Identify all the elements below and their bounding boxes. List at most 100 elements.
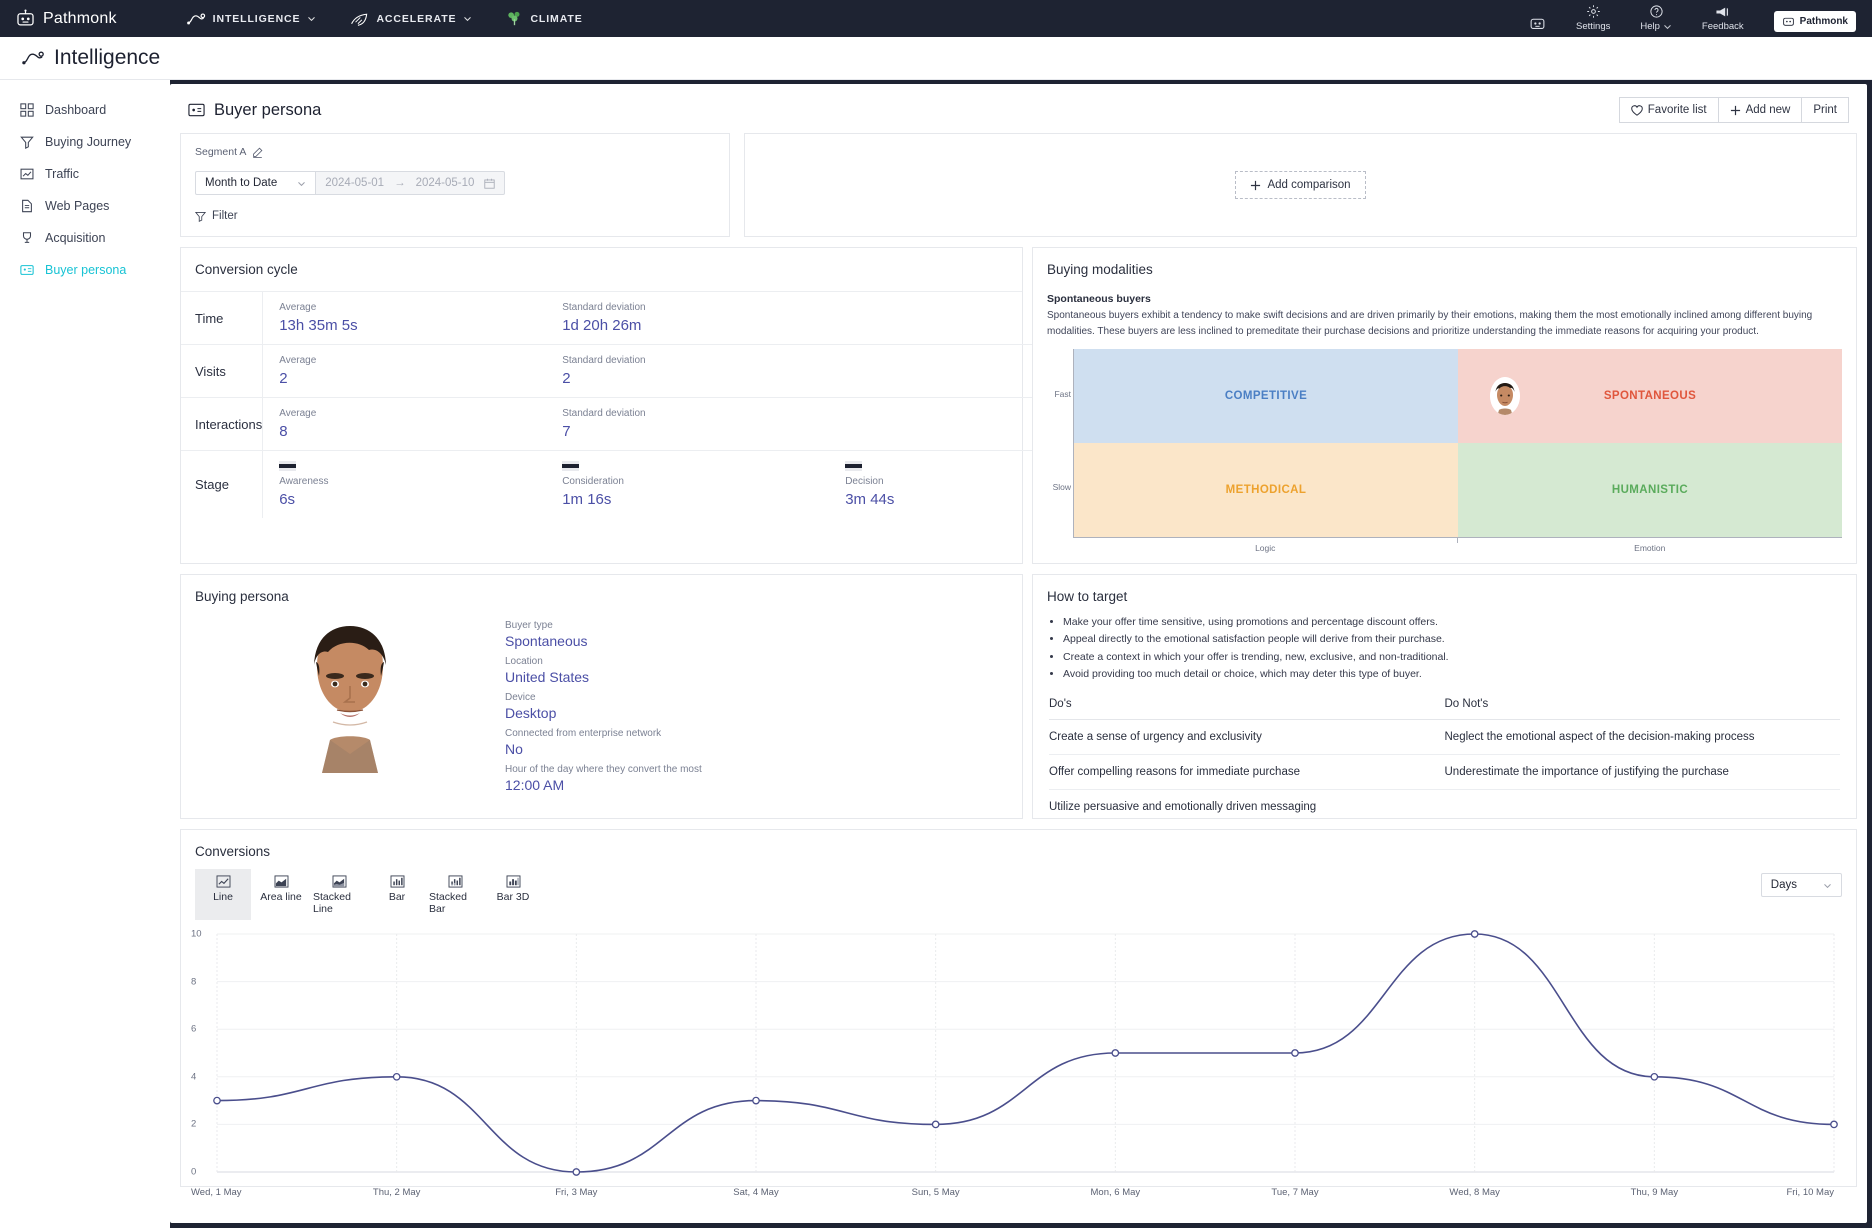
stat-cell: Awareness 6s <box>263 461 546 508</box>
panel-title-text: Buyer persona <box>214 101 321 120</box>
dos-donts-table: Do's Do Not's Create a sense of urgency … <box>1049 694 1840 824</box>
persona-portrait-icon <box>285 618 415 773</box>
stage-indicator-bar <box>562 461 579 471</box>
cell-do: Utilize persuasive and emotionally drive… <box>1049 790 1445 825</box>
y-axis-bottom-label: Slow <box>1053 482 1071 492</box>
sidebar-label: Buying Journey <box>45 135 131 149</box>
help-button[interactable]: Help <box>1640 4 1672 32</box>
field-value: United States <box>505 669 702 685</box>
x-axis-left-label: Logic <box>1073 538 1458 553</box>
chart-type-bar[interactable]: Bar <box>369 869 425 920</box>
topnav-item-climate[interactable]: CLIMATE <box>506 11 582 26</box>
conversions-line-chart[interactable]: 0246810Wed, 1 MayThu, 2 MayFri, 3 MaySat… <box>191 926 1838 1198</box>
x-axis-tick: Thu, 2 May <box>373 1187 421 1198</box>
field-value: Desktop <box>505 705 702 721</box>
buying-persona-body: Buyer type Spontaneous Location United S… <box>181 610 1022 800</box>
field-key: Connected from enterprise network <box>505 728 702 739</box>
persona-field: Buyer type Spontaneous <box>505 620 702 649</box>
sidebar-item-acquisition[interactable]: Acquisition <box>0 222 170 254</box>
conversion-cycle-table: Time Average 13h 35m 5s Standard deviati… <box>181 292 1112 518</box>
chart-svg <box>191 926 1838 1178</box>
date-range-input[interactable]: 2024-05-01 → 2024-05-10 <box>316 171 505 195</box>
stat-cell: Consideration 1m 16s <box>546 461 829 508</box>
robot-assistant-button[interactable] <box>1529 15 1546 32</box>
brand-logo[interactable]: Pathmonk <box>16 9 117 28</box>
sidebar-item-buying-journey[interactable]: Buying Journey <box>0 126 170 158</box>
sidebar-item-traffic[interactable]: Traffic <box>0 158 170 190</box>
column-header-dos: Do's <box>1049 694 1445 720</box>
print-button[interactable]: Print <box>1802 97 1849 123</box>
add-new-button[interactable]: Add new <box>1719 97 1803 123</box>
chart-type-bar-3d[interactable]: Bar 3D <box>485 869 541 920</box>
quadrant-x-axis: Logic Emotion <box>1073 537 1842 553</box>
persona-row: Buying persona <box>180 574 1857 819</box>
chart-type-label: Bar <box>389 891 405 903</box>
persona-marker-avatar <box>1490 377 1520 415</box>
x-axis-right-label: Emotion <box>1458 538 1843 553</box>
favorite-list-button[interactable]: Favorite list <box>1619 97 1719 123</box>
top-navigation-bar: Pathmonk INTELLIGENCE ACCELERATE <box>0 0 1872 37</box>
brand-name: Pathmonk <box>43 10 117 28</box>
x-axis-tick: Wed, 8 May <box>1449 1187 1500 1198</box>
edit-pencil-icon[interactable] <box>252 147 263 158</box>
field-key: Buyer type <box>505 620 702 631</box>
chart-type-area-line[interactable]: Area line <box>253 869 309 920</box>
topnav-item-intelligence[interactable]: INTELLIGENCE <box>187 12 317 26</box>
persona-icon <box>20 263 34 277</box>
cell-dont <box>1445 790 1841 825</box>
table-row: Time Average 13h 35m 5s Standard deviati… <box>181 292 1112 345</box>
feedback-label: Feedback <box>1702 21 1744 32</box>
list-item: Make your offer time sensitive, using pr… <box>1063 614 1840 631</box>
intelligence-icon <box>22 50 45 66</box>
date-preset-select[interactable]: Month to Date <box>195 171 316 195</box>
bar-3d-icon <box>506 875 521 888</box>
sidebar-item-dashboard[interactable]: Dashboard <box>0 94 170 126</box>
cell-do: Offer compelling reasons for immediate p… <box>1049 755 1445 790</box>
plus-icon <box>1250 180 1261 191</box>
list-item: Avoid providing too much detail or choic… <box>1063 666 1840 683</box>
chart-type-stacked-line[interactable]: Stacked Line <box>311 869 367 920</box>
filter-row: Segment A Month to Date 2024-05-01 → <box>180 133 1857 237</box>
cell-dont: Underestimate the importance of justifyi… <box>1445 755 1841 790</box>
modality-description: Spontaneous buyers exhibit a tendency to… <box>1047 308 1842 339</box>
quadrant-grid: COMPETITIVE <box>1073 349 1842 537</box>
filter-button[interactable]: Filter <box>195 210 238 222</box>
chart-type-stacked-bar[interactable]: Stacked Bar <box>427 869 483 920</box>
target-bullet-list: Make your offer time sensitive, using pr… <box>1063 614 1840 683</box>
persona-icon <box>188 103 205 117</box>
segment-label-row: Segment A <box>195 146 715 158</box>
cell-dont: Neglect the emotional aspect of the deci… <box>1445 720 1841 755</box>
buying-modalities-title: Buying modalities <box>1033 248 1856 281</box>
stacked-bar-icon <box>448 875 463 888</box>
cell-do: Create a sense of urgency and exclusivit… <box>1049 720 1445 755</box>
add-comparison-label: Add comparison <box>1267 179 1350 191</box>
sidebar-item-web-pages[interactable]: Web Pages <box>0 190 170 222</box>
row-label: Interactions <box>181 398 263 451</box>
page-header: Intelligence <box>0 37 1872 80</box>
y-axis-tick: 2 <box>191 1119 196 1130</box>
heart-icon <box>1631 105 1643 116</box>
quadrant-competitive: COMPETITIVE <box>1074 349 1458 443</box>
settings-button[interactable]: Settings <box>1576 4 1610 32</box>
stat-key: Consideration <box>562 476 829 487</box>
sidebar-item-buyer-persona[interactable]: Buyer persona <box>0 254 170 286</box>
app-shell: Dashboard Buying Journey Traffic Web Pag… <box>0 80 1872 1228</box>
modality-quadrant-chart: Fast Slow COMPETITIVE <box>1047 349 1842 553</box>
buying-modalities-body: Spontaneous buyers Spontaneous buyers ex… <box>1033 281 1856 563</box>
conversions-title: Conversions <box>181 830 1856 861</box>
granularity-select[interactable]: Days <box>1761 873 1842 897</box>
topnav-item-accelerate[interactable]: ACCELERATE <box>350 12 472 26</box>
page-icon <box>20 199 34 213</box>
add-comparison-button[interactable]: Add comparison <box>1235 171 1365 199</box>
chart-type-line[interactable]: Line <box>195 869 251 920</box>
date-to: 2024-05-10 <box>416 177 475 189</box>
account-menu-button[interactable]: Pathmonk <box>1774 11 1856 32</box>
intelligence-icon <box>187 12 206 26</box>
stat-cell: Standard deviation 7 <box>546 408 829 440</box>
feedback-button[interactable]: Feedback <box>1702 5 1744 32</box>
field-key: Hour of the day where they convert the m… <box>505 764 702 775</box>
stat-key: Standard deviation <box>562 302 829 313</box>
stat-value: 13h 35m 5s <box>279 317 546 334</box>
page-title: Intelligence <box>22 46 160 70</box>
product-switcher: INTELLIGENCE ACCELERATE CLIMATE <box>187 11 583 26</box>
